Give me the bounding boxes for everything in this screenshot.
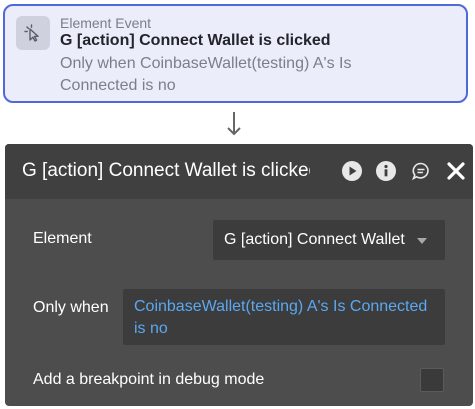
- element-label: Element: [33, 230, 92, 247]
- element-dropdown-value: G [action] Connect Wallet: [224, 231, 405, 248]
- play-icon[interactable]: [342, 161, 362, 181]
- only-when-expression-text: CoinbaseWallet(testing) A's Is Connected…: [134, 298, 428, 337]
- properties-panel: G [action] Connect Wallet is clicked Ele…: [5, 144, 473, 406]
- breakpoint-checkbox[interactable]: [420, 368, 444, 392]
- only-when-expression[interactable]: CoinbaseWallet(testing) A's Is Connected…: [123, 289, 445, 345]
- element-dropdown[interactable]: G [action] Connect Wallet: [213, 220, 445, 260]
- down-arrow-icon: [227, 112, 241, 136]
- event-condition: Only when CoinbaseWallet(testing) A's Is…: [60, 55, 352, 94]
- chevron-down-icon: [417, 238, 427, 244]
- close-icon[interactable]: [446, 161, 466, 181]
- event-title: G [action] Connect Wallet is clicked: [60, 32, 331, 49]
- breakpoint-label: Add a breakpoint in debug mode: [33, 371, 265, 388]
- only-when-label: Only when: [33, 299, 109, 316]
- cursor-click-icon: [16, 16, 50, 50]
- panel-header: G [action] Connect Wallet is clicked: [5, 144, 473, 199]
- info-icon[interactable]: [376, 161, 396, 181]
- panel-title: G [action] Connect Wallet is clicked: [22, 160, 310, 181]
- event-kind-label: Element Event: [60, 15, 152, 31]
- comment-icon[interactable]: [411, 161, 431, 181]
- event-card[interactable]: Element Event G [action] Connect Wallet …: [3, 4, 468, 103]
